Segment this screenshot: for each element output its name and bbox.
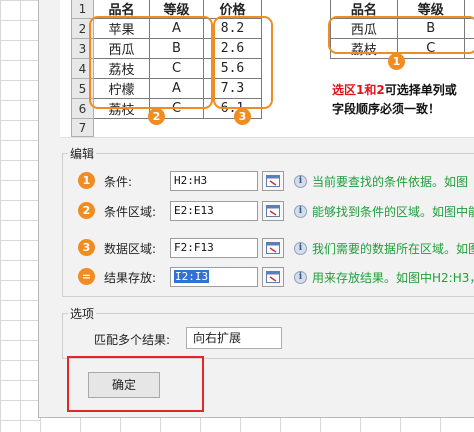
range-select-icon [266, 271, 280, 283]
row-badge-2: 2 [78, 202, 95, 219]
row-header: 7 [71, 118, 94, 137]
row-badge-1: 1 [78, 172, 95, 189]
edit-section-title: 编辑 [68, 145, 97, 162]
match-multiple-label: 匹配多个结果: [94, 333, 171, 347]
info-icon: i [294, 242, 307, 255]
range-select-icon [266, 242, 280, 254]
background-spreadsheet-bottom [40, 418, 474, 432]
range-select-icon [266, 175, 280, 187]
criteria-label: 条件: [104, 175, 133, 189]
info-icon: i [294, 205, 307, 218]
info-icon: i [294, 271, 307, 284]
criteria-range-pick-button[interactable] [262, 201, 284, 221]
note-red-text: 选区1和2 [332, 83, 385, 97]
data-range-input[interactable]: F2:F13 [170, 238, 258, 258]
badge-1: 1 [388, 53, 405, 70]
range-select-icon [266, 205, 280, 217]
selection-ring-1 [328, 16, 474, 54]
row-badge-equals: = [78, 268, 95, 285]
info-icon: i [294, 175, 307, 188]
selection-ring-2 [89, 16, 213, 109]
match-multiple-value: 向右扩展 [193, 331, 242, 345]
options-section-title: 选项 [68, 305, 97, 322]
result-location-pick-button[interactable] [262, 267, 284, 287]
selection-ring-3 [213, 16, 273, 109]
note-text-line2: 字段顺序必须一致！ [332, 102, 441, 116]
result-location-input[interactable]: I2:I3 [170, 267, 258, 287]
criteria-range-hint: 能够找到条件的区域。如图中能 [312, 205, 474, 219]
criteria-pick-button[interactable] [262, 171, 284, 191]
preview-note: 选区1和2可选择单列或 字段顺序必须一致！ [332, 81, 474, 119]
row-header: 1 [71, 0, 94, 19]
data-range-pick-button[interactable] [262, 238, 284, 258]
criteria-range-input[interactable]: E2:E13 [170, 201, 258, 221]
row-badge-3: 3 [78, 239, 95, 256]
criteria-range-label: 条件区域: [104, 205, 157, 219]
background-spreadsheet [0, 0, 40, 432]
result-location-hint: 用来存放结果。如图中H2:H3， [312, 271, 474, 285]
result-location-label: 结果存放: [104, 271, 157, 285]
badge-2: 2 [148, 108, 165, 125]
data-range-hint: 我们需要的数据所在区域。如图 [312, 242, 474, 256]
match-multiple-select[interactable]: 向右扩展 [186, 327, 282, 349]
badge-3: 3 [234, 108, 251, 125]
criteria-input[interactable]: H2:H3 [170, 171, 258, 191]
criteria-hint: 当前要查找的条件依据。如图 [312, 175, 469, 189]
data-range-label: 数据区域: [104, 242, 157, 256]
result-location-value: I2:I3 [174, 270, 210, 283]
ok-button[interactable]: 确定 [88, 372, 160, 398]
note-text: 可选择单列或 [384, 83, 457, 97]
